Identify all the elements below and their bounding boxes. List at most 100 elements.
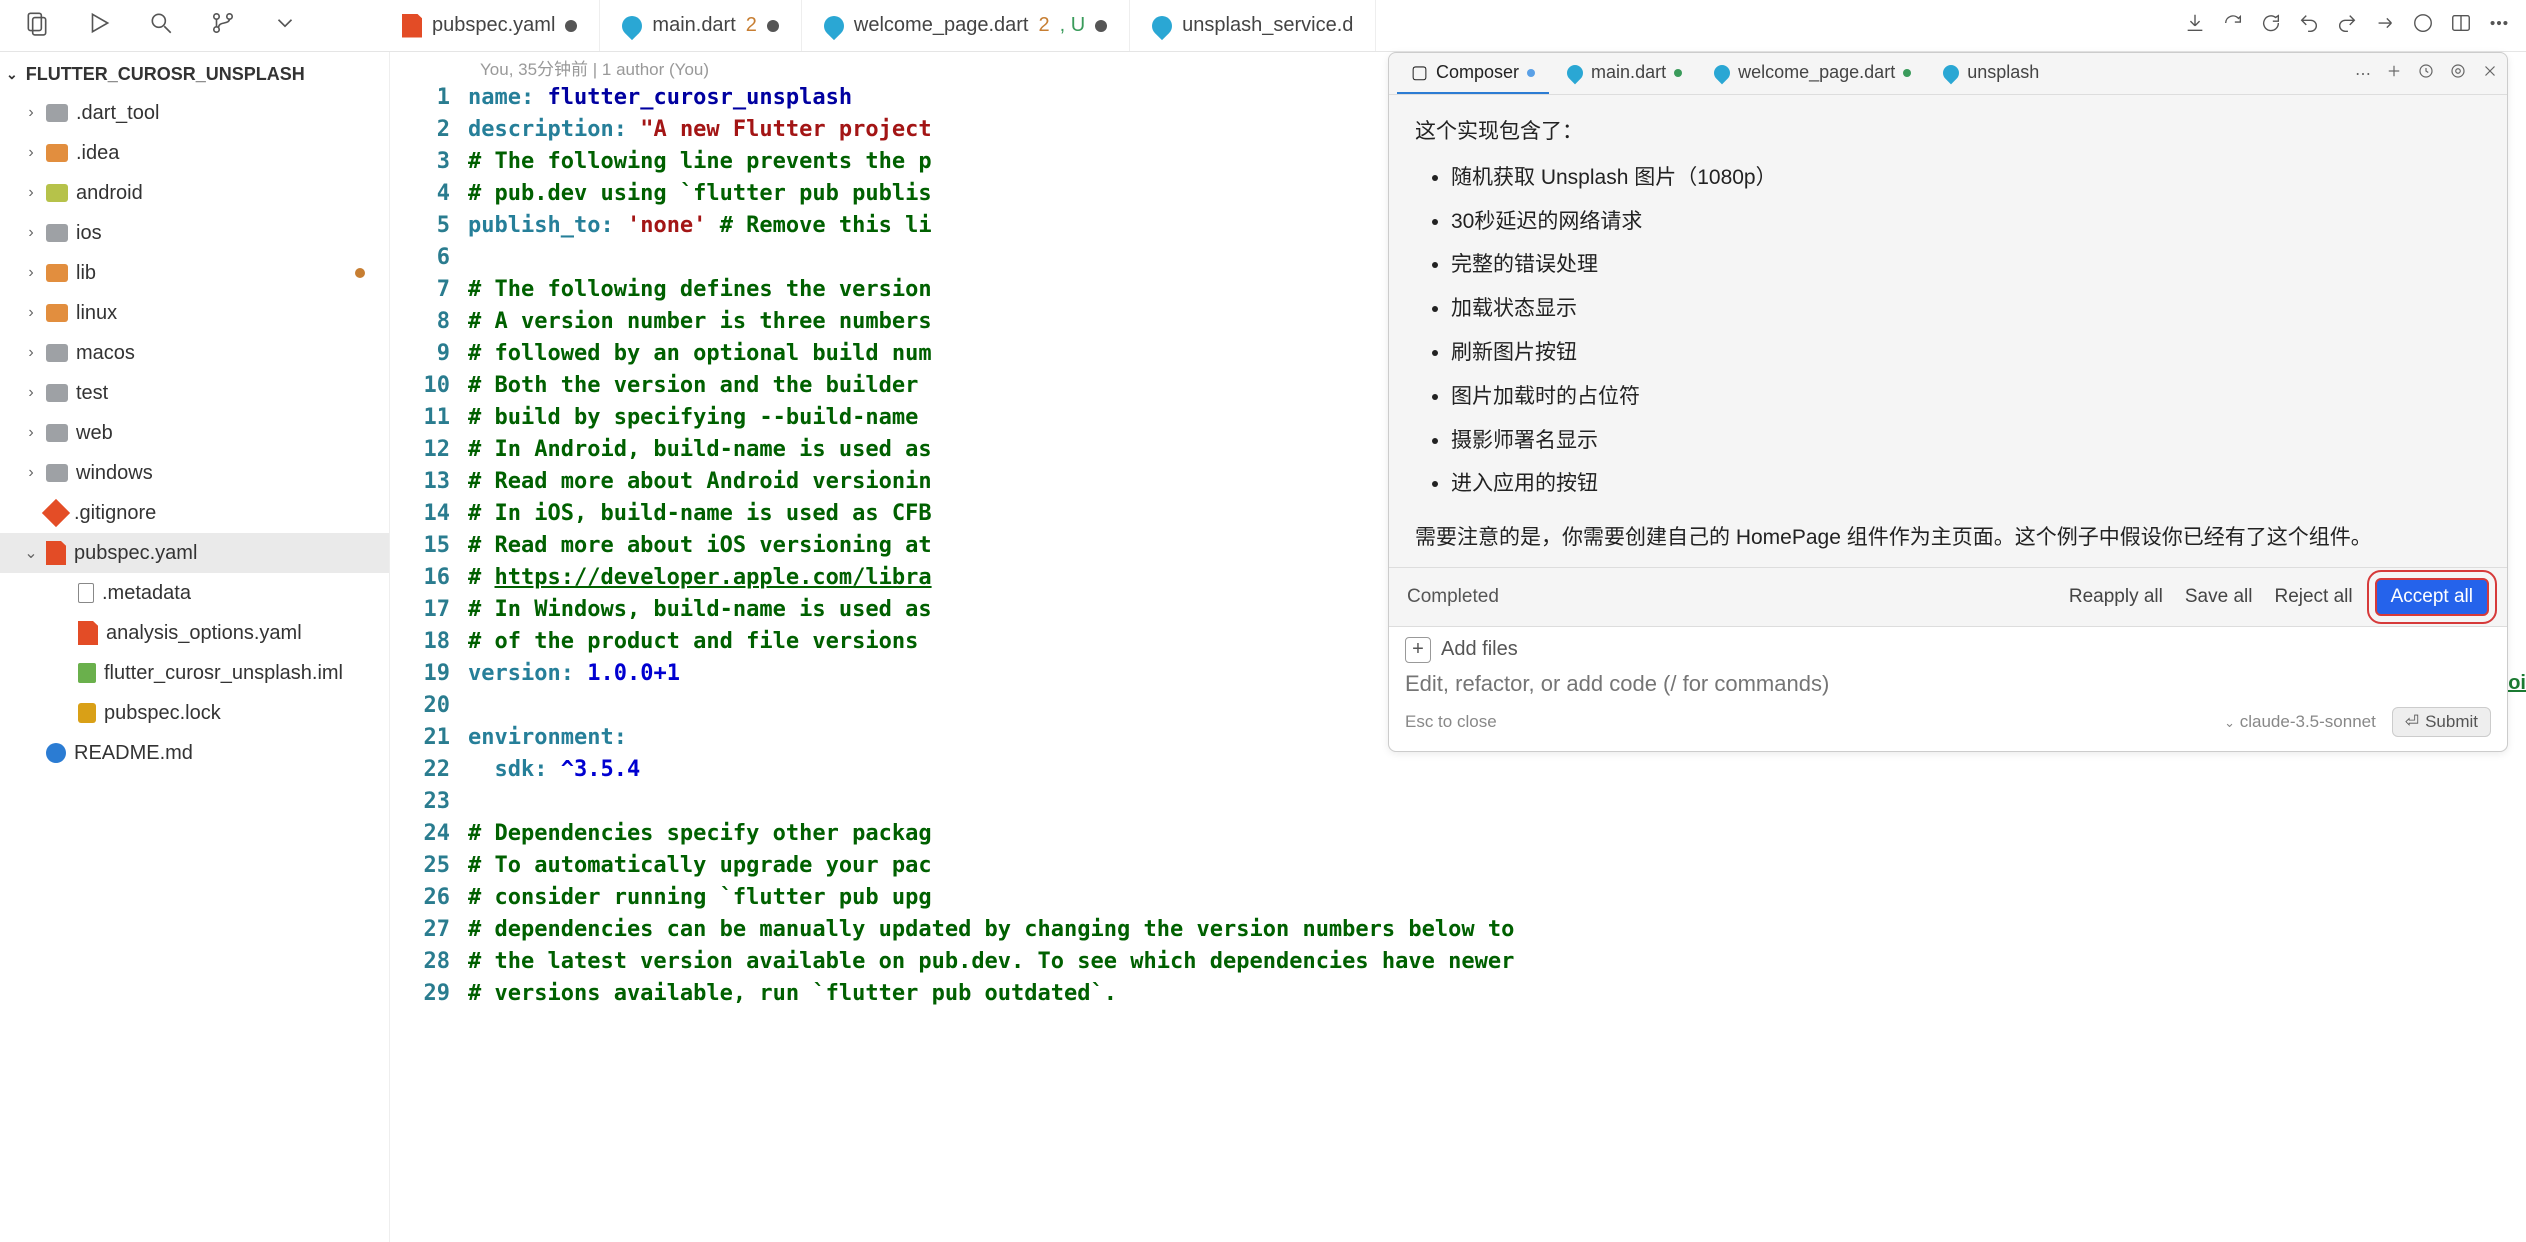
tree-row[interactable]: ›.dart_tool [0,93,389,133]
dart-file-icon [1148,11,1176,39]
reject-all-button[interactable]: Reject all [2274,586,2352,608]
circle-user-icon[interactable] [2412,12,2434,39]
redo-icon[interactable] [2336,12,2358,39]
tree-label: android [76,182,143,205]
editor-tab[interactable]: pubspec.yaml [380,0,600,51]
line-number: 22 [390,754,450,786]
composer-tab[interactable]: unsplash [1929,53,2053,94]
tree-row[interactable]: ›ios [0,213,389,253]
editor-tabs: pubspec.yaml main.dart2welcome_page.dart2… [380,0,2168,51]
line-number: 21 [390,722,450,754]
line-number: 9 [390,338,450,370]
chat-bullet: 摄影师署名显示 [1451,422,2481,460]
tree-row[interactable]: ›linux [0,293,389,333]
chat-input[interactable] [1405,671,2491,697]
line-number: 27 [390,914,450,946]
chat-action-bar: Completed Reapply all Save all Reject al… [1389,567,2507,626]
tab-status: , U [1060,14,1086,37]
split-editor-icon[interactable] [2450,12,2472,39]
folder-icon [46,304,68,322]
more-icon[interactable]: ⋯ [2355,64,2371,84]
history-icon[interactable] [2417,62,2435,85]
editor-tab[interactable]: unsplash_service.d [1130,0,1376,51]
model-selector[interactable]: ⌄ claude-3.5-sonnet [2224,712,2376,732]
tab-label: pubspec.yaml [432,14,555,37]
dart-file-icon [820,11,848,39]
tree-row[interactable]: ›android [0,173,389,213]
settings-gear-icon[interactable] [2449,62,2467,85]
yaml-file-icon [78,621,98,645]
activity-icons [0,10,380,41]
code-line[interactable]: # the latest version available on pub.de… [468,946,2526,978]
search-icon[interactable] [148,10,174,41]
code-line[interactable]: sdk: ^3.5.4 [468,754,2526,786]
refresh-icon[interactable] [2222,12,2244,39]
close-icon[interactable] [2481,62,2499,85]
tree-row[interactable]: ›.idea [0,133,389,173]
loop-icon[interactable] [2260,12,2282,39]
tree-row[interactable]: ·.metadata [0,573,389,613]
explorer-header[interactable]: ⌄ FLUTTER_CUROSR_UNSPLASH [0,56,389,93]
reapply-all-button[interactable]: Reapply all [2069,586,2163,608]
tree-row[interactable]: ·README.md [0,733,389,773]
tree-label: analysis_options.yaml [106,622,302,645]
run-icon[interactable] [86,10,112,41]
save-all-button[interactable]: Save all [2185,586,2253,608]
code-line[interactable]: # To automatically upgrade your pac [468,850,2526,882]
composer-tab[interactable]: welcome_page.dart [1700,53,1925,94]
code-line[interactable]: # dependencies can be manually updated b… [468,914,2526,946]
undo-icon[interactable] [2298,12,2320,39]
line-number: 29 [390,978,450,1010]
tree-row[interactable]: ·analysis_options.yaml [0,613,389,653]
status-dot-icon [1674,69,1682,77]
code-line[interactable] [468,786,2526,818]
add-files-button[interactable]: + Add files [1405,637,2491,663]
submit-button[interactable]: ⏎ Submit [2392,707,2491,737]
chat-bullet: 图片加载时的占位符 [1451,378,2481,416]
tree-row[interactable]: ·pubspec.lock [0,693,389,733]
editor-tab[interactable]: welcome_page.dart2, U [802,0,1130,51]
code-line[interactable]: # Dependencies specify other packag [468,818,2526,850]
chat-bullet: 随机获取 Unsplash 图片（1080p） [1451,159,2481,197]
line-number: 16 [390,562,450,594]
folder-icon [46,424,68,442]
forward-icon[interactable] [2374,12,2396,39]
line-number: 7 [390,274,450,306]
tree-row[interactable]: ›macos [0,333,389,373]
line-number: 2 [390,114,450,146]
file-tree: ›.dart_tool›.idea›android›ios›lib›linux›… [0,93,389,773]
chevron-right-icon: › [24,264,38,282]
folder-icon [46,184,68,202]
plus-icon[interactable] [2385,62,2403,85]
tree-row[interactable]: ·.gitignore [0,493,389,533]
line-number: 6 [390,242,450,274]
enter-key-icon: ⏎ [2405,712,2419,732]
tree-row[interactable]: ›windows [0,453,389,493]
tree-label: pubspec.yaml [74,542,197,565]
status-dot-icon [1903,69,1911,77]
more-icon[interactable] [2488,12,2510,39]
tree-label: test [76,382,108,405]
files-icon[interactable] [24,10,50,41]
download-icon[interactable] [2184,12,2206,39]
chevron-down-icon[interactable] [272,10,298,41]
composer-tab[interactable]: main.dart [1553,53,1696,94]
tree-row[interactable]: ›web [0,413,389,453]
code-line[interactable]: # consider running `flutter pub upg [468,882,2526,914]
tree-row[interactable]: ›lib [0,253,389,293]
accept-all-button[interactable]: Accept all [2375,578,2489,616]
line-number: 4 [390,178,450,210]
composer-tab-label: welcome_page.dart [1738,62,1895,83]
tree-row[interactable]: ⌄pubspec.yaml [0,533,389,573]
editor-tab[interactable]: main.dart2 [600,0,802,51]
composer-tab[interactable]: ▢Composer [1397,53,1549,94]
tree-label: linux [76,302,117,325]
branch-icon[interactable] [210,10,236,41]
add-files-label: Add files [1441,638,1518,661]
chevron-right-icon: › [24,344,38,362]
chat-input-block: + Add files Esc to close ⌄ claude-3.5-so… [1389,626,2507,751]
tree-row[interactable]: ›test [0,373,389,413]
line-number: 17 [390,594,450,626]
code-line[interactable]: # versions available, run `flutter pub o… [468,978,2526,1010]
tree-row[interactable]: ·flutter_curosr_unsplash.iml [0,653,389,693]
